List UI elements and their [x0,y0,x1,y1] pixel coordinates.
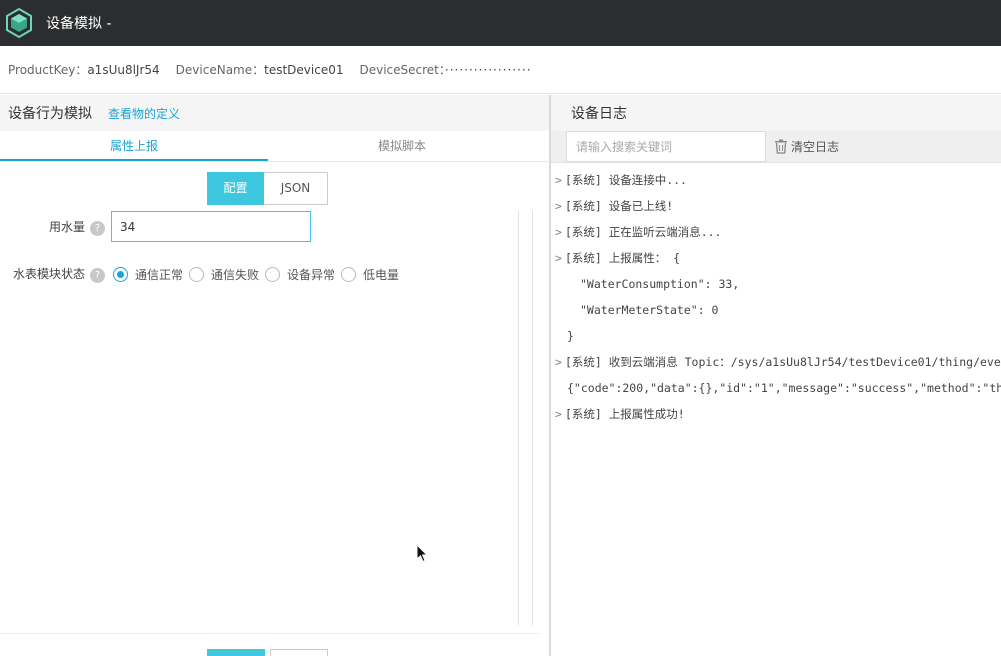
radio-device-error[interactable]: 设备异常 [265,266,335,283]
radio-comm-normal[interactable]: 通信正常 [113,266,183,283]
submit-button[interactable] [207,649,265,656]
radio-unchecked-icon [341,266,357,282]
radio-comm-failed[interactable]: 通信失败 [189,266,259,283]
water-consumption-label: 用水量? [0,218,105,236]
log-line: {"code":200,"data":{},"id":"1","message"… [551,375,1001,401]
radio-unchecked-icon [189,266,205,282]
log-toolbar: 清空日志 [551,131,1001,163]
log-prefix: > [555,407,562,421]
log-line: > [系统] 正在监听云端消息... [551,219,1001,245]
behavior-panel: 设备行为模拟 查看物的定义 属性上报 模拟脚本 配置 JSON 用水量? 水表模… [0,95,549,656]
log-line: } [551,323,1001,349]
log-line: "WaterMeterState": 0 [551,297,1001,323]
meter-state-label-text: 水表模块状态 [12,267,85,281]
radio-label: 低电量 [363,267,400,282]
meter-state-label: 水表模块状态? [0,265,105,283]
log-prefix: > [555,251,562,265]
log-prefix: > [555,173,562,187]
app-logo-icon [2,6,36,40]
behavior-panel-header: 设备行为模拟 查看物的定义 [0,95,549,131]
device-name: DeviceName：testDevice01 [176,61,344,78]
log-line: "WaterConsumption": 33, [551,271,1001,297]
clear-log-button[interactable]: 清空日志 [774,138,839,155]
device-log-header: 设备日志 [551,95,1001,131]
log-text: "WaterMeterState": 0 [580,303,719,317]
water-consumption-row: 用水量? [0,211,340,242]
device-secret-value: ·················· [444,63,532,77]
device-secret-label: DeviceSecret： [359,63,445,77]
product-key: ProductKey：a1sUu8lJr54 [8,61,160,78]
view-thing-definition-link[interactable]: 查看物的定义 [108,105,180,122]
help-icon[interactable]: ? [90,220,105,236]
radio-label: 通信正常 [135,267,184,282]
log-prefix: > [555,199,562,213]
meter-state-row: 水表模块状态? 通信正常 通信失败 设备异常 低电量 [0,264,460,284]
log-list: > [系统] 设备连接中... > [系统] 设备已上线! > [系统] 正在监听云端消息… [551,163,1001,427]
log-prefix: > [555,225,562,239]
water-consumption-input[interactable] [111,211,311,242]
log-line: > [系统] 上报属性： { [551,245,1001,271]
device-log-title: 设备日志 [571,106,627,122]
top-bar: 设备模拟 - [0,0,1001,46]
device-name-label: DeviceName： [175,63,265,77]
log-prefix: > [555,355,562,369]
radio-label: 设备异常 [287,267,336,282]
log-line: > [系统] 设备已上线! [551,193,1001,219]
json-mode-button[interactable]: JSON [264,172,328,205]
log-line: > [系统] 设备连接中... [551,167,1001,193]
log-text: [系统] 收到云端消息 Topic：/sys/a1sUu8lJr54/testD… [564,355,1001,369]
app-title: 设备模拟 - [46,16,112,32]
radio-unchecked-icon [265,266,281,282]
log-text: [系统] 上报属性成功! [564,407,685,421]
config-mode-button[interactable]: 配置 [207,172,264,205]
log-text: [系统] 设备已上线! [564,199,674,213]
log-line: > [系统] 上报属性成功! [551,401,1001,427]
log-text: } [567,329,574,343]
mouse-cursor-icon [416,544,428,563]
log-search-input[interactable] [566,131,766,162]
log-text: [系统] 设备连接中... [564,173,687,187]
product-key-label: ProductKey： [8,63,88,77]
product-key-value: a1sUu8lJr54 [87,63,160,77]
device-secret: DeviceSecret：·················· [359,61,531,78]
log-text: "WaterConsumption": 33, [580,277,740,291]
scroll-track-line [518,211,519,625]
tab-simulation-script[interactable]: 模拟脚本 [268,131,536,161]
behavior-tabs: 属性上报 模拟脚本 [0,131,549,162]
trash-icon [775,139,787,154]
log-text: {"code":200,"data":{},"id":"1","message"… [567,381,1001,395]
help-icon[interactable]: ? [90,268,105,283]
log-text: [系统] 上报属性： { [564,251,681,265]
device-log-panel: 设备日志 清空日志 >[系统] 设备连接中...>[系统] 设备已上线!>[系统… [551,95,1001,656]
scroll-track-line [532,211,533,625]
log-line: > [系统] 收到云端消息 Topic：/sys/a1sUu8lJr54/test… [551,349,1001,375]
radio-low-battery[interactable]: 低电量 [341,266,399,283]
radio-checked-icon [113,266,128,282]
device-name-value: testDevice01 [264,63,344,77]
log-text: [系统] 正在监听云端消息... [564,225,722,239]
radio-label: 通信失败 [211,267,260,282]
footer-divider [0,633,540,634]
water-consumption-label-text: 用水量 [48,219,85,234]
clear-log-label: 清空日志 [791,140,840,154]
mode-switch: 配置 JSON [207,172,328,205]
behavior-panel-title: 设备行为模拟 [8,106,92,122]
tab-property-report[interactable]: 属性上报 [0,131,268,161]
device-info-bar: ProductKey：a1sUu8lJr54 DeviceName：testDe… [0,46,1001,94]
reset-button[interactable] [270,649,328,656]
